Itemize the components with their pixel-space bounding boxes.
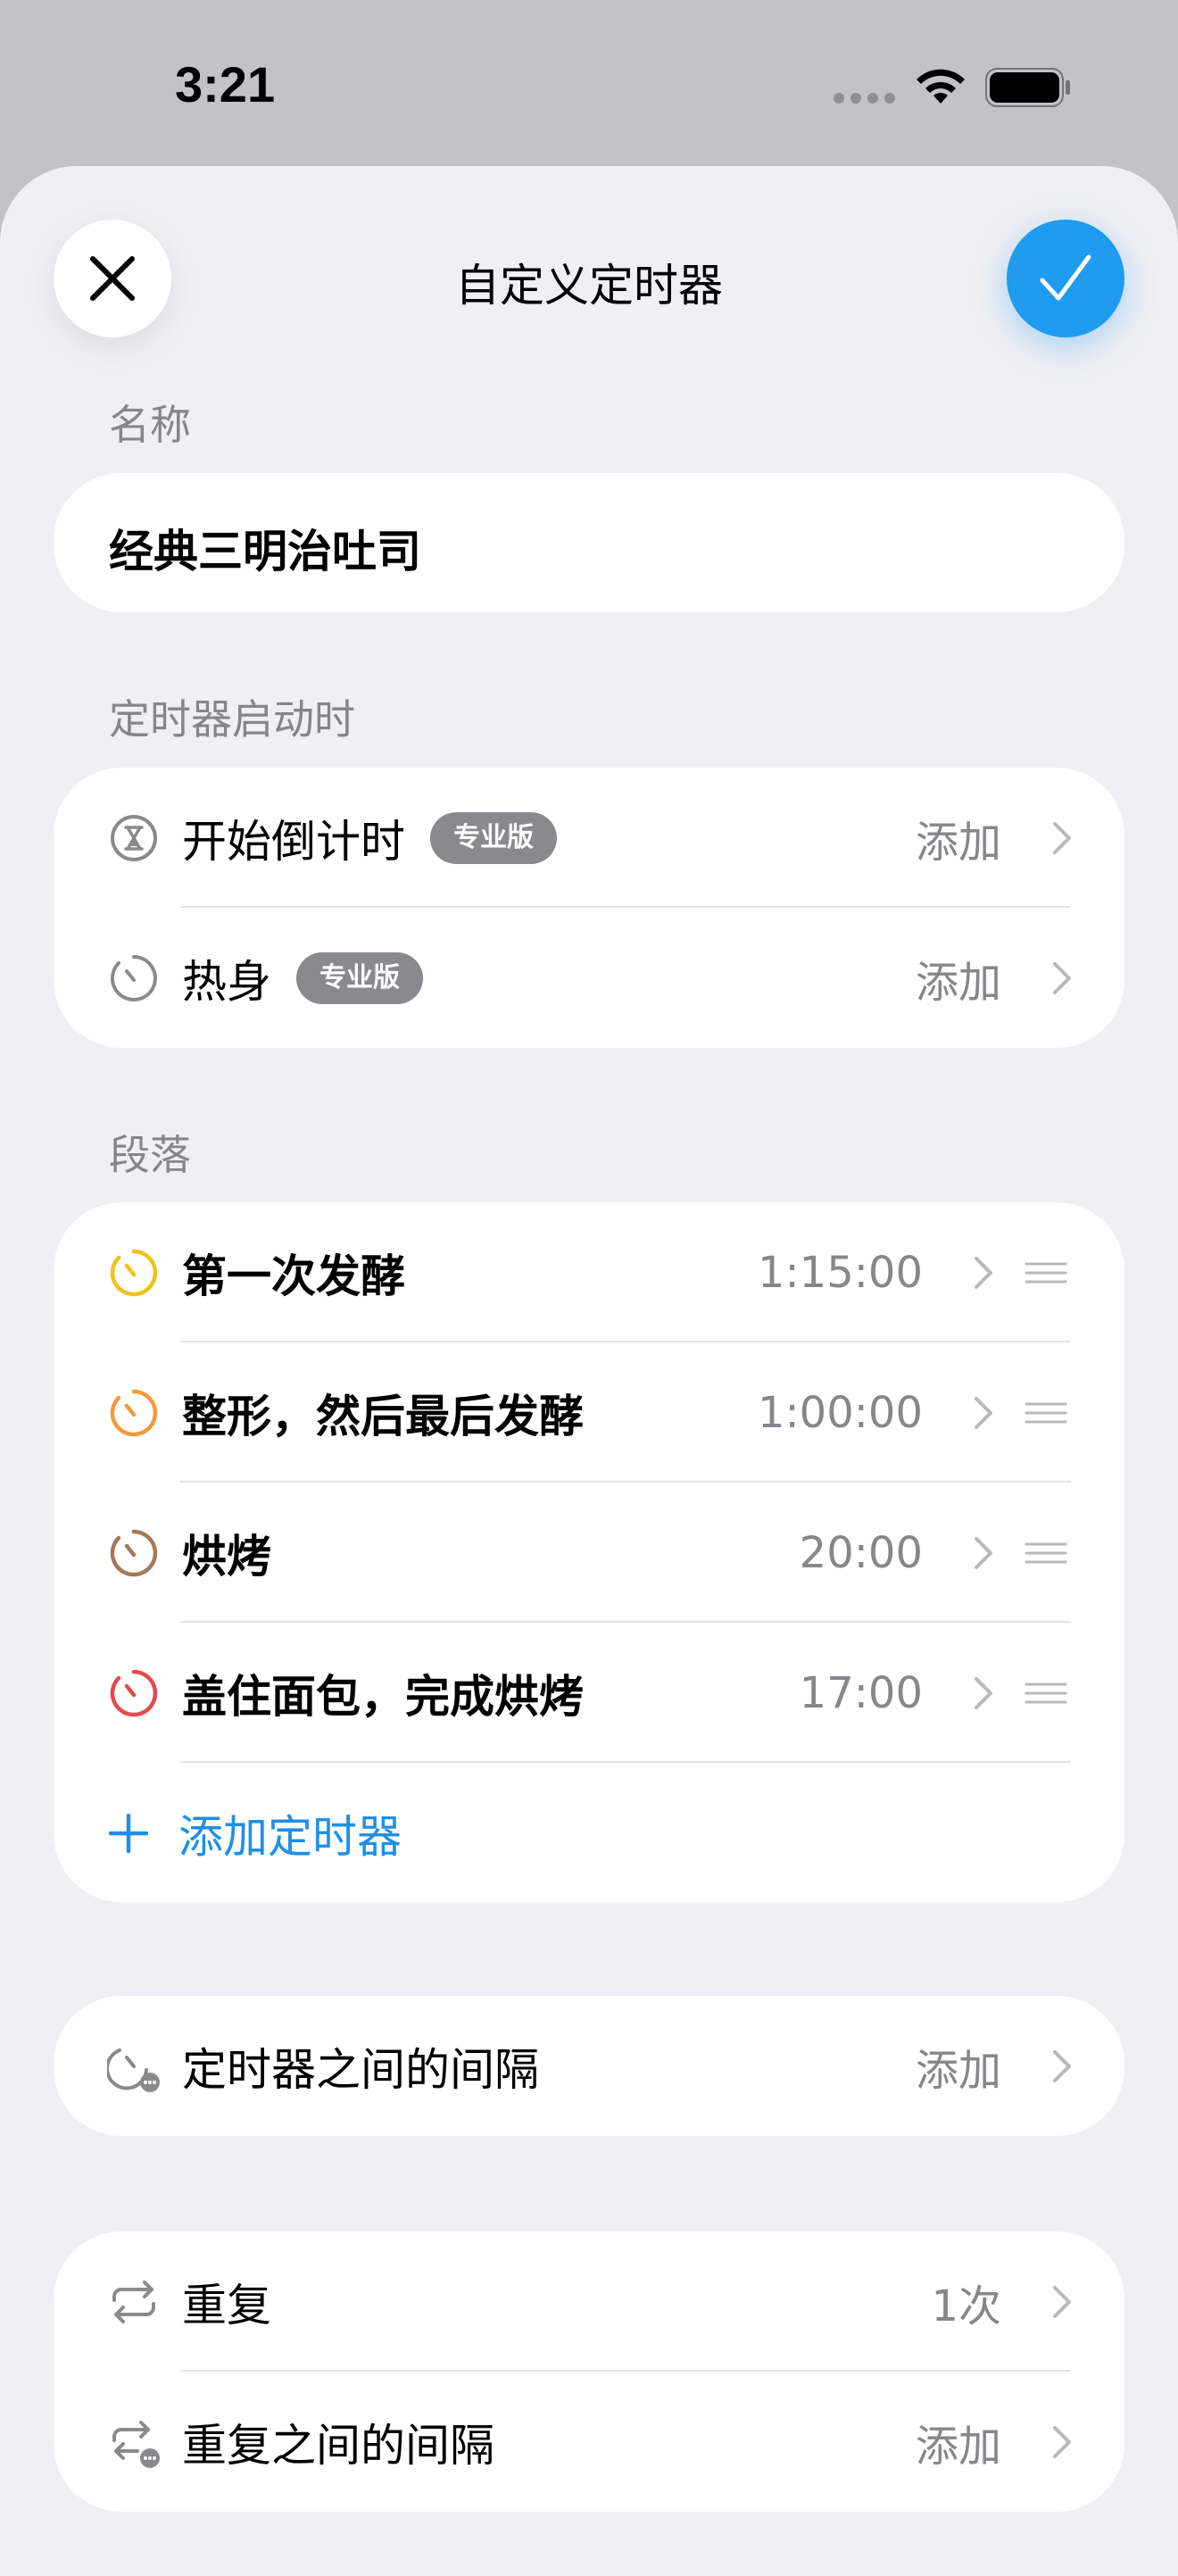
interval-value: 添加: [915, 2045, 1001, 2096]
chevron-right-icon: [1053, 2425, 1071, 2458]
done-button[interactable]: [1007, 220, 1124, 337]
warmup-value: 添加: [915, 957, 1001, 1008]
repeat-interval-label: 重复之间的间隔: [182, 2419, 494, 2472]
chevron-right-icon: [1053, 2049, 1071, 2082]
segment-row[interactable]: 盖住面包，完成烘烤 17:00: [54, 1623, 1124, 1763]
segment-row[interactable]: 烘烤 20:00: [54, 1483, 1124, 1623]
repeat-label: 重复: [182, 2279, 271, 2331]
chevron-right-icon: [1053, 821, 1071, 854]
timer-interval-icon: [107, 2048, 160, 2092]
segment-duration: 17:00: [799, 1667, 923, 1718]
hourglass-icon: [111, 814, 157, 861]
segment-duration: 1:00:00: [757, 1387, 923, 1438]
warmup-label: 热身: [182, 955, 271, 1008]
add-timer-button[interactable]: 添加定时器: [54, 1763, 1124, 1903]
start-section-card: 开始倒计时 专业版 添加 热身 专业版 添加: [54, 768, 1124, 1048]
start-section-label: 定时器启动时: [109, 695, 355, 744]
segment-label: 盖住面包，完成烘烤: [182, 1670, 584, 1723]
pro-badge: 专业版: [296, 951, 423, 1004]
interval-card: 定时器之间的间隔 添加: [54, 1996, 1124, 2136]
status-bar: 3:21: [0, 0, 1178, 165]
timer-icon: [110, 1669, 158, 1716]
warmup-row[interactable]: 热身 专业版 添加: [54, 908, 1124, 1048]
name-section-label: 名称: [109, 401, 191, 449]
timer-icon: [110, 1389, 158, 1436]
segment-duration: 1:15:00: [757, 1247, 923, 1298]
segment-row[interactable]: 整形，然后最后发酵 1:00:00: [54, 1342, 1124, 1483]
repeat-interval-icon: [112, 2420, 160, 2468]
segment-duration: 20:00: [799, 1527, 923, 1578]
repeat-icon: [112, 2280, 155, 2323]
segment-label: 烘烤: [182, 1530, 271, 1583]
segment-row[interactable]: 第一次发酵 1:15:00: [54, 1202, 1124, 1342]
chevron-right-icon: [975, 1396, 992, 1429]
checkmark-icon: [1040, 254, 1091, 301]
start-countdown-label: 开始倒计时: [182, 815, 405, 868]
pro-badge: 专业版: [430, 811, 557, 864]
sheet-title: 自定义定时器: [455, 260, 723, 312]
chevron-right-icon: [975, 1256, 992, 1289]
add-timer-label: 添加定时器: [178, 1810, 402, 1863]
start-countdown-row[interactable]: 开始倒计时 专业版 添加: [54, 768, 1124, 908]
chevron-right-icon: [975, 1676, 992, 1709]
repeat-row[interactable]: 重复 1次: [54, 2231, 1124, 2372]
interval-row[interactable]: 定时器之间的间隔 添加: [54, 1996, 1124, 2136]
timer-icon: [110, 1529, 158, 1576]
chevron-right-icon: [975, 1536, 992, 1569]
repeat-value: 1次: [931, 2281, 1001, 2331]
name-value[interactable]: 经典三明治吐司: [109, 516, 421, 580]
repeat-card: 重复 1次 重复之间的间隔 添加: [54, 2231, 1124, 2512]
cellular-signal-icon: [834, 93, 895, 104]
repeat-interval-value: 添加: [915, 2421, 1001, 2472]
drag-handle-icon[interactable]: [1025, 1259, 1067, 1286]
segment-label: 第一次发酵: [182, 1250, 405, 1302]
timer-icon: [110, 1249, 158, 1296]
drag-handle-icon[interactable]: [1025, 1540, 1067, 1566]
drag-handle-icon[interactable]: [1025, 1680, 1067, 1707]
battery-icon: [985, 68, 1070, 107]
drag-handle-icon[interactable]: [1025, 1400, 1067, 1426]
start-countdown-value: 添加: [915, 817, 1001, 868]
name-field[interactable]: 经典三明治吐司: [54, 473, 1124, 612]
chevron-right-icon: [1053, 961, 1071, 994]
wifi-icon: [917, 69, 965, 104]
plus-icon: [109, 1813, 148, 1853]
chevron-right-icon: [1053, 2285, 1071, 2318]
status-time: 3:21: [175, 56, 276, 112]
timer-icon: [110, 954, 157, 1001]
segments-card: 第一次发酵 1:15:00 整形，然后最后发酵 1:00:00 烘烤 20:00: [54, 1202, 1124, 1902]
segment-label: 整形，然后最后发酵: [182, 1390, 584, 1442]
repeat-interval-row[interactable]: 重复之间的间隔 添加: [54, 2372, 1124, 2512]
segments-section-label: 段落: [109, 1131, 191, 1179]
interval-label: 定时器之间的间隔: [182, 2043, 539, 2096]
